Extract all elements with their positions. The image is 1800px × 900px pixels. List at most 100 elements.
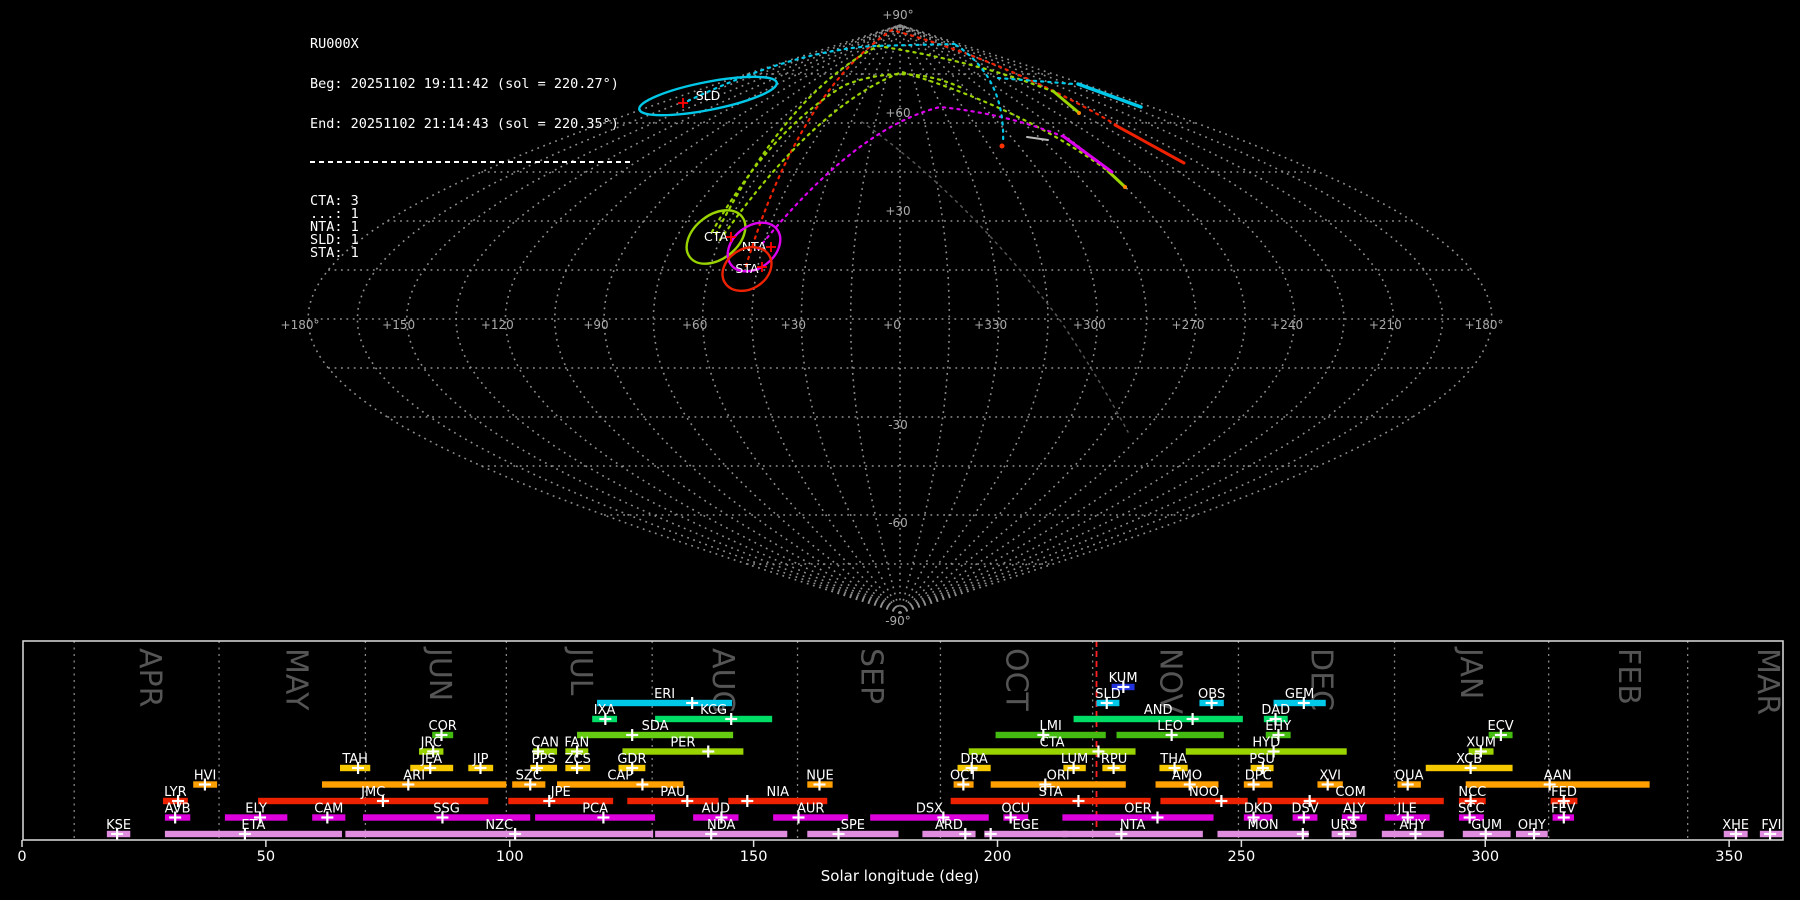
shower-label-amo: AMO [1172, 769, 1202, 784]
shower-label-szc: SZC [516, 769, 542, 784]
shower-label-gum: GUM [1471, 818, 1502, 833]
shower-label-obs: OBS [1198, 687, 1225, 702]
shower-label-leo: LEO [1157, 719, 1183, 734]
x-tick-label: 150 [740, 849, 768, 865]
shower-label-psu: PSU [1249, 752, 1275, 767]
sta-meteor [1113, 123, 1186, 165]
month-label-oct: OCT [998, 648, 1033, 712]
shower-label-jrc: JRC [420, 736, 442, 751]
shower-label-aly: ALY [1343, 802, 1365, 817]
map-latitude-label: +60 [885, 106, 910, 120]
shower-label-sld: SLD [1095, 687, 1121, 702]
meteor-observation-screen: +90° +60 +30 -30 -60 -90° +180° +150 +120 +90 +60 +… [0, 0, 1800, 900]
map-longitude-label: +120 [481, 318, 514, 332]
shower-label-hyd: HYD [1252, 736, 1280, 751]
month-label-jun: JUN [422, 646, 457, 701]
shower-label-ncc: NCC [1458, 785, 1486, 800]
shower-label-xhe: XHE [1722, 818, 1749, 833]
nta-trail [756, 105, 1066, 251]
shower-label-zcs: ZCS [565, 752, 591, 767]
shower-label-spe: SPE [841, 818, 865, 833]
observation-header: RU000X Beg: 20251102 19:11:42 (sol = 220… [310, 12, 632, 287]
shower-label-nue: NUE [806, 769, 833, 784]
count-line: STA: 1 [310, 245, 359, 262]
shower-label-pps: PPS [532, 752, 556, 767]
shower-label-sda: SDA [642, 719, 669, 734]
map-meridian-line [899, 24, 1197, 614]
shower-label-xcb: XCB [1456, 752, 1482, 767]
shower-label-dra: DRA [960, 752, 988, 767]
meteor-end-point [999, 143, 1005, 149]
shower-label-tha: THA [1159, 752, 1187, 767]
shower-label-xum: XUM [1466, 736, 1496, 751]
shower-label-com: COM [1335, 785, 1366, 800]
cta-trail-2 [718, 70, 1110, 242]
shower-label-ocu: OCU [1001, 802, 1030, 817]
shower-label-oct: OCT [950, 769, 977, 784]
shower-label-ori: ORI [1047, 769, 1070, 784]
shower-label-pca: PCA [582, 802, 608, 817]
map-latitude-label: -90° [885, 614, 911, 628]
month-label-apr: APR [132, 648, 167, 707]
month-label-feb: FEB [1611, 648, 1646, 705]
x-tick-label: 100 [496, 849, 524, 865]
map-longitude-label: +330 [974, 318, 1007, 332]
x-tick-label: 0 [17, 849, 26, 865]
shower-label-oer: OER [1124, 802, 1151, 817]
shower-label-dpc: DPC [1245, 769, 1272, 784]
shower-label-pau: PAU [660, 785, 685, 800]
shower-label-jea: JEA [420, 752, 442, 767]
shower-label-nia: NIA [767, 785, 790, 800]
shower-label-per: PER [670, 736, 695, 751]
shower-label-lyr: LYR [164, 785, 187, 800]
shower-label-nta: NTA [1120, 818, 1146, 833]
shower-label-gdr: GDR [617, 752, 646, 767]
month-label-mar: MAR [1750, 648, 1785, 715]
map-longitude-label: +240 [1270, 318, 1303, 332]
end-time-line: End: 20251102 21:14:43 (sol = 220.35°) [310, 115, 619, 132]
shower-label-cor: COR [429, 719, 457, 734]
shower-label-cap: CAP [607, 769, 633, 784]
map-longitude-label: +300 [1073, 318, 1106, 332]
x-tick-label: 50 [257, 849, 275, 865]
x-tick-label: 250 [1228, 849, 1256, 865]
shower-label-kse: KSE [106, 818, 131, 833]
x-tick-label: 350 [1715, 849, 1743, 865]
shower-label-gem: GEM [1285, 687, 1315, 702]
begin-time-line: Beg: 20251102 19:11:42 (sol = 220.27°) [310, 76, 619, 92]
shower-label-tah: TAH [341, 752, 368, 767]
meteor-end-point [1123, 185, 1127, 189]
month-label-may: MAY [278, 648, 313, 711]
shower-label-fvi: FVI [1761, 818, 1781, 833]
shower-label-nda: NDA [707, 818, 736, 833]
month-label-jan: JAN [1453, 646, 1488, 699]
shower-label-noo: NOO [1189, 785, 1219, 800]
sporadic-meteor [1026, 136, 1049, 141]
radiant-label-sta: STA [735, 261, 759, 276]
shower-label-dsx: DSX [916, 802, 943, 817]
shower-label-ehy: EHY [1265, 719, 1291, 734]
shower-label-cta: CTA [1040, 736, 1065, 751]
shower-label-lmi: LMI [1040, 719, 1062, 734]
sky-map-and-activity-chart: +90° +60 +30 -30 -60 -90° +180° +150 +120 +90 +60 +… [17, 8, 1785, 885]
shower-label-qua: QUA [1395, 769, 1424, 784]
map-longitude-label: +30 [781, 318, 806, 332]
radiant-label-sld: SLD [696, 88, 721, 103]
shower-label-sta: STA [1039, 785, 1063, 800]
header-separator [310, 161, 632, 164]
map-latitude-label: +90° [882, 8, 913, 22]
shower-label-aan: AAN [1544, 769, 1572, 784]
shower-label-ixa: IXA [594, 703, 616, 718]
shower-label-dsv: DSV [1291, 802, 1318, 817]
shower-label-ssg: SSG [433, 802, 460, 817]
shower-label-eri: ERI [654, 687, 675, 702]
radiant-label-cta: CTA [704, 229, 728, 244]
map-longitude-label: +0 [883, 318, 901, 332]
shower-label-jip: JIP [472, 752, 489, 767]
shower-label-can: CAN [531, 736, 559, 751]
shower-label-ard: ARD [935, 818, 963, 833]
shower-label-dkd: DKD [1244, 802, 1273, 817]
x-tick-label: 200 [984, 849, 1012, 865]
shower-label-fev: FEV [1551, 802, 1576, 817]
shower-label-kcg: KCG [700, 703, 727, 718]
